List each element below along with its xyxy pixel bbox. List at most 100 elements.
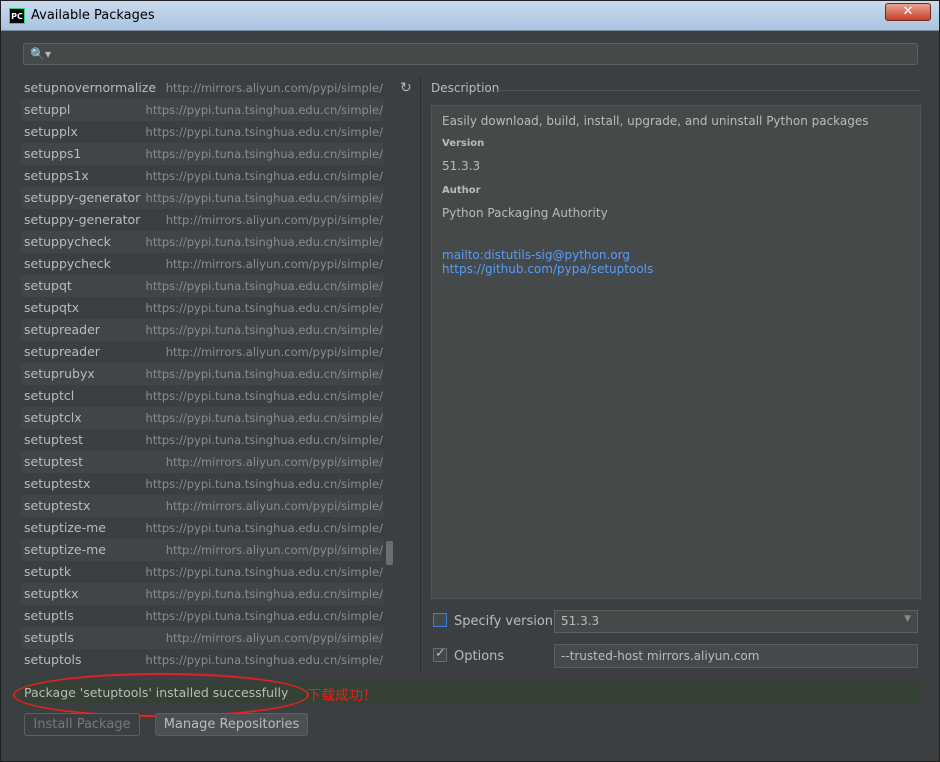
- package-row[interactable]: setuptclx https://pypi.tuna.tsinghua.edu.…: [21, 407, 383, 429]
- search-input[interactable]: [54, 46, 904, 62]
- manage-repositories-button[interactable]: Manage Repositories: [155, 713, 308, 736]
- package-row[interactable]: setuppy-generator http://mirrors.aliyun.c…: [21, 209, 383, 231]
- package-repository: https://pypi.tuna.tsinghua.edu.cn/simple…: [145, 411, 383, 425]
- version-value: 51.3.3: [442, 159, 481, 173]
- scrollbar-thumb[interactable]: [386, 541, 393, 565]
- package-name: setuptols: [24, 652, 82, 667]
- package-name: setuppy-generator: [24, 212, 141, 227]
- package-name: setupps1: [24, 146, 82, 161]
- package-name: setupqtx: [24, 300, 80, 315]
- package-name: setuptize-me: [24, 520, 106, 535]
- version-select[interactable]: 51.3.3 ▼: [554, 610, 918, 633]
- package-row[interactable]: setuptestx https://pypi.tuna.tsinghua.edu…: [21, 473, 383, 495]
- package-name: setupqt: [24, 278, 72, 293]
- package-repository: https://pypi.tuna.tsinghua.edu.cn/simple…: [145, 565, 383, 579]
- package-repository: https://pypi.tuna.tsinghua.edu.cn/simple…: [145, 433, 383, 447]
- package-row[interactable]: setupqtx https://pypi.tuna.tsinghua.edu.c…: [21, 297, 383, 319]
- package-row[interactable]: setuptcl https://pypi.tuna.tsinghua.edu.c…: [21, 385, 383, 407]
- package-row[interactable]: setuptest https://pypi.tuna.tsinghua.edu.…: [21, 429, 383, 451]
- package-repository: https://pypi.tuna.tsinghua.edu.cn/simple…: [145, 125, 383, 139]
- package-row[interactable]: setuppy-generator https://pypi.tuna.tsing…: [21, 187, 383, 209]
- search-icon[interactable]: 🔍▾: [30, 47, 51, 61]
- package-row[interactable]: setuptize-me http://mirrors.aliyun.com/py…: [21, 539, 383, 561]
- close-icon: ✕: [902, 4, 914, 19]
- package-row[interactable]: setupreader http://mirrors.aliyun.com/pyp…: [21, 341, 383, 363]
- options-input[interactable]: [554, 644, 918, 668]
- search-box[interactable]: 🔍▾: [23, 43, 918, 65]
- description-header: Description: [431, 81, 500, 95]
- package-row[interactable]: setuppycheck http://mirrors.aliyun.com/py…: [21, 253, 383, 275]
- package-repository: https://pypi.tuna.tsinghua.edu.cn/simple…: [145, 191, 383, 205]
- package-row[interactable]: setupnovernormalize http://mirrors.aliyun…: [21, 77, 383, 99]
- annotation-text: 下载成功！: [307, 688, 377, 704]
- version-select-value: 51.3.3: [561, 614, 600, 628]
- package-repository: http://mirrors.aliyun.com/pypi/simple/: [165, 543, 383, 557]
- package-repository: http://mirrors.aliyun.com/pypi/simple/: [165, 631, 383, 645]
- package-name: setuptest: [24, 432, 83, 447]
- package-name: setuppycheck: [24, 256, 111, 271]
- package-name: setuptestx: [24, 476, 91, 491]
- options-checkbox[interactable]: [433, 646, 447, 662]
- specify-version-label: Specify version: [454, 614, 554, 629]
- package-row[interactable]: setupqt https://pypi.tuna.tsinghua.edu.cn…: [21, 275, 383, 297]
- package-row[interactable]: setuppl https://pypi.tuna.tsinghua.edu.cn…: [21, 99, 383, 121]
- package-repository: https://pypi.tuna.tsinghua.edu.cn/simple…: [145, 147, 383, 161]
- package-list[interactable]: setupnovernormalize http://mirrors.aliyun…: [21, 77, 397, 671]
- refresh-icon[interactable]: ↻: [400, 80, 412, 96]
- package-row[interactable]: setupreader https://pypi.tuna.tsinghua.ed…: [21, 319, 383, 341]
- package-name: setuprubyx: [24, 366, 95, 381]
- package-name: setuppycheck: [24, 234, 111, 249]
- package-repository: https://pypi.tuna.tsinghua.edu.cn/simple…: [145, 279, 383, 293]
- package-row[interactable]: setuptols https://pypi.tuna.tsinghua.edu.…: [21, 649, 383, 671]
- package-repository: http://mirrors.aliyun.com/pypi/simple/: [165, 213, 383, 227]
- package-row[interactable]: setuptls https://pypi.tuna.tsinghua.edu.c…: [21, 605, 383, 627]
- package-name: setuptls: [24, 608, 74, 623]
- package-repository: http://mirrors.aliyun.com/pypi/simple/: [165, 499, 383, 513]
- options-label: Options: [454, 649, 505, 664]
- package-row[interactable]: setuptestx http://mirrors.aliyun.com/pypi…: [21, 495, 383, 517]
- package-list-scrollbar[interactable]: [383, 77, 395, 671]
- specify-version-checkbox[interactable]: [433, 613, 447, 627]
- package-row[interactable]: setuptls http://mirrors.aliyun.com/pypi/s…: [21, 627, 383, 649]
- package-name: setupplx: [24, 124, 78, 139]
- package-name: setupreader: [24, 322, 100, 337]
- panel-splitter[interactable]: [420, 77, 421, 671]
- package-repository: https://pypi.tuna.tsinghua.edu.cn/simple…: [145, 169, 383, 183]
- package-name: setuptkx: [24, 586, 79, 601]
- install-package-button[interactable]: Install Package: [24, 713, 140, 736]
- package-repository: https://pypi.tuna.tsinghua.edu.cn/simple…: [145, 389, 383, 403]
- github-link[interactable]: https://github.com/pypa/setuptools: [442, 262, 910, 276]
- package-name: setuptls: [24, 630, 74, 645]
- available-packages-window: PC Available Packages ✕ 🔍▾ setupnovernor…: [0, 0, 940, 762]
- package-repository: https://pypi.tuna.tsinghua.edu.cn/simple…: [145, 609, 383, 623]
- package-repository: https://pypi.tuna.tsinghua.edu.cn/simple…: [145, 477, 383, 491]
- package-row[interactable]: setuptest http://mirrors.aliyun.com/pypi/…: [21, 451, 383, 473]
- package-name: setupreader: [24, 344, 100, 359]
- package-row[interactable]: setuprubyx https://pypi.tuna.tsinghua.edu…: [21, 363, 383, 385]
- description-divider: [497, 90, 921, 91]
- close-button[interactable]: ✕: [885, 3, 931, 21]
- package-name: setuptclx: [24, 410, 82, 425]
- description-links: mailto:distutils-sig@python.org https://…: [442, 248, 910, 276]
- package-row[interactable]: setuptkx https://pypi.tuna.tsinghua.edu.c…: [21, 583, 383, 605]
- package-row[interactable]: setuptize-me https://pypi.tuna.tsinghua.e…: [21, 517, 383, 539]
- title-bar: PC Available Packages ✕: [1, 1, 939, 31]
- pycharm-app-icon: PC: [9, 8, 25, 24]
- package-row[interactable]: setupps1 https://pypi.tuna.tsinghua.edu.c…: [21, 143, 383, 165]
- package-name: setuptize-me: [24, 542, 106, 557]
- package-name: setuptestx: [24, 498, 91, 513]
- package-repository: https://pypi.tuna.tsinghua.edu.cn/simple…: [145, 587, 383, 601]
- package-row[interactable]: setuppycheck https://pypi.tuna.tsinghua.e…: [21, 231, 383, 253]
- package-name: setuptest: [24, 454, 83, 469]
- mailto-link[interactable]: mailto:distutils-sig@python.org: [442, 248, 910, 262]
- package-repository: https://pypi.tuna.tsinghua.edu.cn/simple…: [145, 323, 383, 337]
- package-repository: https://pypi.tuna.tsinghua.edu.cn/simple…: [145, 235, 383, 249]
- package-row[interactable]: setuptk https://pypi.tuna.tsinghua.edu.cn…: [21, 561, 383, 583]
- chevron-down-icon: ▼: [904, 614, 911, 624]
- package-name: setuptk: [24, 564, 72, 579]
- package-repository: https://pypi.tuna.tsinghua.edu.cn/simple…: [145, 521, 383, 535]
- package-summary: Easily download, build, install, upgrade…: [442, 114, 869, 128]
- package-row[interactable]: setupplx https://pypi.tuna.tsinghua.edu.c…: [21, 121, 383, 143]
- package-row[interactable]: setupps1x https://pypi.tuna.tsinghua.edu.…: [21, 165, 383, 187]
- version-label: Version: [442, 138, 485, 149]
